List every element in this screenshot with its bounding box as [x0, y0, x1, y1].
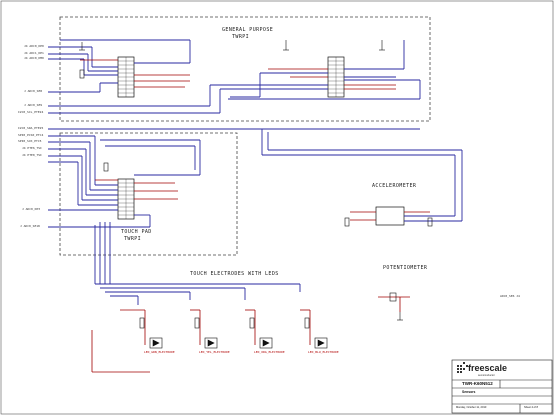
sheet-number: Sheet 4 of 8	[524, 406, 538, 409]
led-label: LED_BLU_ELECTRODE	[308, 350, 339, 354]
led-symbols	[139, 317, 328, 349]
port-label: J4 PTE6_TSI	[22, 146, 42, 150]
touch-pad-title: TOUCH PAD	[121, 229, 152, 235]
port-label: SPI0_PCS0_PTC4	[18, 133, 44, 137]
sheet-date: Monday, October 11, 2010	[456, 406, 487, 409]
touch-electrodes-title: TOUCH ELECTRODES WITH LEDS	[190, 271, 279, 277]
connector-gp-right	[327, 56, 345, 98]
port-label-right: ADC0_SE6 J4	[500, 294, 520, 298]
port-label: J4 PTE0_TSI	[22, 153, 42, 157]
led-label: LED_GRN_ELECTRODE	[144, 350, 175, 354]
led-label: LED_YEL_ELECTRODE	[199, 350, 230, 354]
schematic-sheet: GENERAL PURPOSE TWRPI TOUCH PAD TWRPI AC…	[0, 0, 554, 415]
connector-touch-pad	[117, 178, 135, 220]
port-label: I2C0_SDA_PTE25	[18, 126, 44, 130]
freescale-logo: freescale	[468, 363, 508, 373]
port-label: J ADC0_SE18	[20, 224, 40, 228]
touch-pad-box	[59, 132, 238, 256]
potentiometer-title: POTENTIOMETER	[383, 265, 428, 271]
port-label: J ADC0_SE9	[24, 103, 43, 107]
led-label: LED_ORG_ELECTRODE	[254, 350, 285, 354]
general-purpose-subtitle: TWRPI	[232, 34, 250, 40]
port-label: J4 ADC0_DP0	[24, 44, 44, 48]
port-label: I2C0_SCL_PTE24	[18, 110, 44, 114]
accelerometer-ic	[375, 206, 405, 226]
page-title: Sensors	[462, 390, 476, 394]
connector-gp-left	[117, 56, 135, 98]
port-label: J4 ADC1_DP1	[24, 51, 44, 55]
port-label: J ADC0_SE8	[24, 89, 43, 93]
general-purpose-title: GENERAL PURPOSE	[222, 27, 274, 33]
accelerometer-title: ACCELEROMETER	[372, 183, 417, 189]
touch-pad-subtitle: TWRPI	[124, 236, 142, 242]
freescale-tagline: semiconductor	[478, 374, 495, 377]
board-name: TWR-K60N512	[462, 381, 493, 386]
freescale-logo-mark	[457, 362, 468, 373]
port-label: SPI0_SCK_PTC5	[18, 139, 42, 143]
port-label: J ADC0_DP3	[22, 207, 41, 211]
port-label: J4 ADC0_DM0	[24, 56, 44, 60]
